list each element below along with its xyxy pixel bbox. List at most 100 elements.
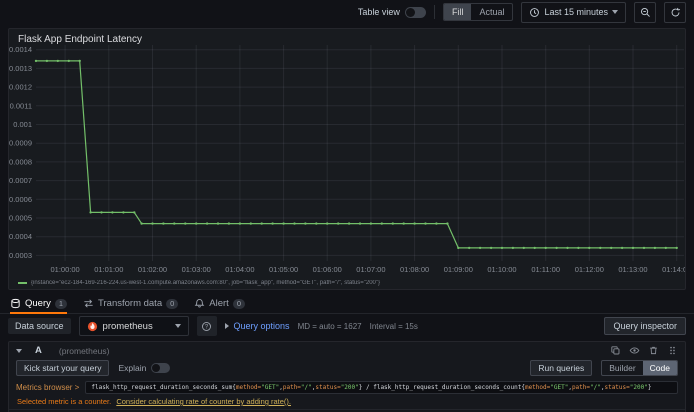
query-options-label: Query options bbox=[233, 321, 290, 331]
refresh-button[interactable] bbox=[664, 1, 686, 23]
tab-count-badge: 1 bbox=[54, 298, 68, 309]
panel-title[interactable]: Flask App Endpoint Latency bbox=[18, 34, 142, 45]
query-row-header[interactable]: A (prometheus) bbox=[9, 342, 685, 358]
svg-text:0.0014: 0.0014 bbox=[9, 45, 32, 54]
toolbar-divider bbox=[433, 5, 435, 19]
actual-button[interactable]: Actual bbox=[471, 4, 512, 20]
tab-count-badge: 0 bbox=[166, 298, 179, 309]
metrics-browser-button[interactable]: Metrics browser > bbox=[16, 383, 79, 392]
explain-control: Explain bbox=[118, 363, 171, 373]
svg-text:01:12:00: 01:12:00 bbox=[575, 265, 604, 274]
series-color-swatch bbox=[18, 282, 27, 284]
query-datasource-hint: (prometheus) bbox=[58, 345, 110, 356]
warning-link[interactable]: Consider calculating rate of counter by … bbox=[116, 397, 291, 406]
tab-query[interactable]: Query 1 bbox=[10, 294, 68, 314]
time-range-picker[interactable]: Last 15 minutes bbox=[521, 1, 626, 23]
builder-button[interactable]: Builder bbox=[602, 361, 642, 375]
series-label: {instance="ec2-184-169-216-224.us-west-1… bbox=[31, 280, 380, 286]
svg-text:01:06:00: 01:06:00 bbox=[313, 265, 342, 274]
refresh-icon bbox=[671, 7, 680, 16]
query-inspector-button[interactable]: Query inspector bbox=[604, 317, 686, 335]
help-circle-icon: ? bbox=[202, 321, 212, 331]
tab-alert[interactable]: Alert 0 bbox=[194, 294, 245, 313]
svg-text:0.0013: 0.0013 bbox=[9, 64, 32, 73]
query-row-actions bbox=[610, 345, 678, 356]
table-view-control: Table view bbox=[357, 6, 426, 18]
latency-panel: Flask App Endpoint Latency 0.0014 0.0013 0… bbox=[8, 28, 686, 290]
drag-handle-icon[interactable] bbox=[667, 345, 678, 356]
copy-icon[interactable] bbox=[610, 345, 621, 356]
query-toolbar: Kick start your query Explain Run querie… bbox=[9, 358, 685, 380]
clock-icon bbox=[530, 7, 540, 17]
collapse-chevron-icon[interactable] bbox=[16, 348, 22, 353]
svg-text:01:04:00: 01:04:00 bbox=[225, 265, 254, 274]
svg-text:01:03:00: 01:03:00 bbox=[182, 265, 211, 274]
fill-actual-toggle: Fill Actual bbox=[442, 3, 514, 21]
svg-text:01:10:00: 01:10:00 bbox=[487, 265, 516, 274]
svg-text:01:05:00: 01:05:00 bbox=[269, 265, 298, 274]
svg-text:01:13:00: 01:13:00 bbox=[618, 265, 647, 274]
top-toolbar: Table view Fill Actual Last 15 minutes bbox=[0, 0, 694, 24]
svg-text:0.0006: 0.0006 bbox=[9, 195, 32, 204]
query-editor-card: A (prometheus) Kick start your query Exp… bbox=[8, 341, 686, 412]
datasource-bar: Data source prometheus ? Query options M… bbox=[0, 314, 694, 338]
table-view-toggle[interactable] bbox=[404, 6, 426, 18]
chevron-down-icon bbox=[612, 10, 618, 14]
query-editor-row: Metrics browser > flask_http_request_dur… bbox=[9, 380, 685, 396]
explain-label: Explain bbox=[118, 363, 147, 373]
kick-start-query-button[interactable]: Kick start your query bbox=[16, 360, 110, 376]
tab-count-badge: 0 bbox=[232, 298, 245, 309]
tab-label: Alert bbox=[209, 298, 229, 309]
query-ref-id[interactable]: A bbox=[35, 345, 42, 356]
tab-label: Query bbox=[25, 298, 51, 309]
svg-text:0.001: 0.001 bbox=[13, 120, 32, 129]
toggle-knob bbox=[405, 7, 415, 17]
promql-query-text: flask_http_request_duration_seconds_sum{… bbox=[91, 384, 652, 391]
svg-text:0.0005: 0.0005 bbox=[9, 214, 32, 223]
svg-text:0.0008: 0.0008 bbox=[9, 157, 32, 166]
svg-text:0.0004: 0.0004 bbox=[9, 232, 32, 241]
prometheus-icon bbox=[87, 321, 97, 331]
svg-text:0.0003: 0.0003 bbox=[9, 251, 32, 260]
fill-button[interactable]: Fill bbox=[443, 4, 472, 20]
alert-icon bbox=[194, 298, 205, 309]
tab-transform-data[interactable]: Transform data 0 bbox=[83, 294, 179, 313]
svg-text:01:01:00: 01:01:00 bbox=[94, 265, 123, 274]
svg-text:01:02:00: 01:02:00 bbox=[138, 265, 167, 274]
svg-text:01:00:00: 01:00:00 bbox=[50, 265, 79, 274]
builder-code-toggle: Builder Code bbox=[601, 360, 678, 376]
editor-tabs: Query 1 Transform data 0 Alert 0 bbox=[0, 294, 694, 314]
datasource-help-button[interactable]: ? bbox=[196, 316, 217, 336]
svg-text:01:09:00: 01:09:00 bbox=[444, 265, 473, 274]
query-options-toggle[interactable]: Query options bbox=[224, 321, 290, 331]
promql-editor[interactable]: flask_http_request_duration_seconds_sum{… bbox=[85, 381, 678, 394]
eye-icon[interactable] bbox=[629, 345, 640, 356]
latency-chart[interactable]: 0.0014 0.0013 0.0012 0.0011 0.001 0.0009 0.000… bbox=[9, 45, 685, 289]
chevron-right-icon bbox=[224, 323, 229, 329]
table-view-label: Table view bbox=[357, 7, 400, 17]
svg-text:0.0007: 0.0007 bbox=[9, 176, 32, 185]
chevron-down-icon bbox=[174, 324, 181, 328]
svg-text:0.0012: 0.0012 bbox=[9, 83, 32, 92]
svg-text:0.0011: 0.0011 bbox=[10, 101, 32, 110]
max-data-points-summary: MD = auto = 1627 bbox=[297, 321, 362, 331]
svg-text:01:07:00: 01:07:00 bbox=[356, 265, 385, 274]
svg-text:01:11:00: 01:11:00 bbox=[531, 265, 560, 274]
toggle-knob bbox=[152, 364, 161, 372]
transform-icon bbox=[83, 298, 94, 309]
datasource-picker[interactable]: prometheus bbox=[78, 316, 189, 336]
run-queries-button[interactable]: Run queries bbox=[530, 360, 593, 376]
tab-label: Transform data bbox=[98, 298, 163, 309]
svg-text:01:14:00: 01:14:00 bbox=[662, 265, 685, 274]
interval-summary: Interval = 15s bbox=[369, 321, 418, 331]
warning-text: Selected metric is a counter. bbox=[17, 397, 112, 406]
zoom-out-button[interactable] bbox=[634, 1, 656, 23]
zoom-out-icon bbox=[640, 7, 650, 17]
datasource-value: prometheus bbox=[102, 320, 153, 332]
code-button[interactable]: Code bbox=[642, 361, 677, 375]
chart-legend[interactable]: {instance="ec2-184-169-216-224.us-west-1… bbox=[18, 280, 380, 286]
svg-text:0.0009: 0.0009 bbox=[9, 139, 32, 148]
explain-toggle[interactable] bbox=[151, 363, 171, 373]
time-range-label: Last 15 minutes bbox=[544, 7, 608, 17]
trash-icon[interactable] bbox=[648, 345, 659, 356]
